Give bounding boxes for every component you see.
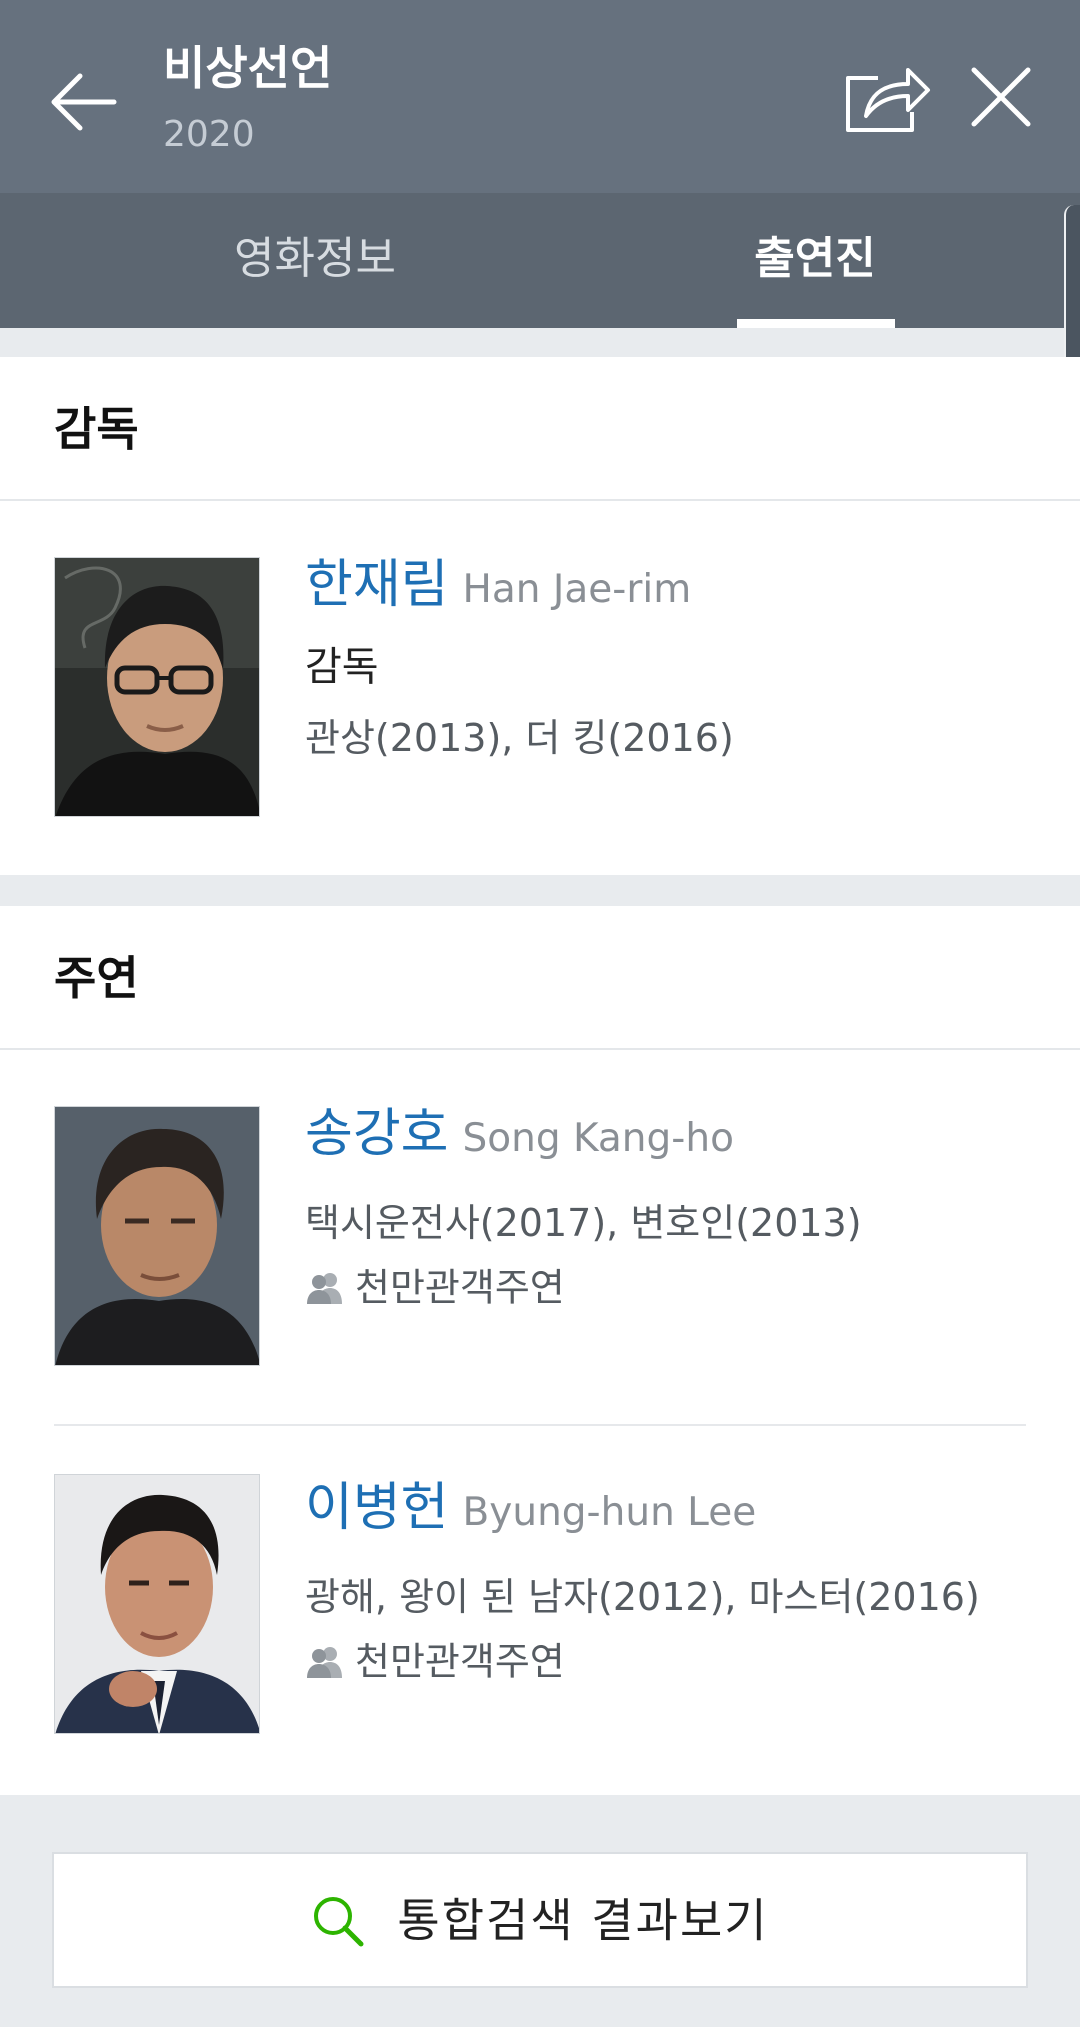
person-name-english: Byung-hun Lee bbox=[462, 1490, 757, 1535]
people-icon bbox=[307, 1646, 342, 1678]
director-photo[interactable] bbox=[54, 557, 260, 817]
badge-label: 천만관객주연 bbox=[355, 1265, 565, 1310]
lead-section: 주연 송강호 Song Kang-ho 택시운전사(2017), 변호인(2013… bbox=[0, 906, 1080, 1795]
search-icon bbox=[314, 1896, 364, 1946]
top-bar: 비상선언 2020 bbox=[0, 0, 1080, 193]
person-info: 송강호 Song Kang-ho 택시운전사(2017), 변호인(2013) 천… bbox=[305, 1102, 1040, 1315]
person-item[interactable]: 이병헌 Byung-hun Lee 광해, 왕이 된 남자(2012), 마스터(… bbox=[0, 1424, 1080, 1798]
person-name-english: Han Jae-rim bbox=[462, 567, 692, 612]
person-name-korean[interactable]: 한재림 bbox=[305, 555, 449, 615]
arrow-left-icon bbox=[51, 73, 117, 131]
people-icon bbox=[307, 1272, 342, 1304]
share-button[interactable] bbox=[842, 58, 932, 138]
person-filmography: 광해, 왕이 된 남자(2012), 마스터(2016) bbox=[305, 1575, 980, 1619]
actor-photo[interactable] bbox=[54, 1474, 260, 1734]
person-filmography: 관상(2013), 더 킹(2016) bbox=[305, 716, 734, 760]
person-name-korean[interactable]: 송강호 bbox=[305, 1104, 449, 1164]
person-item[interactable]: 한재림 Han Jae-rim 감독 관상(2013), 더 킹(2016) bbox=[0, 501, 1080, 875]
section-heading-director: 감독 bbox=[0, 357, 1080, 501]
page-title: 비상선언 bbox=[163, 41, 333, 95]
tab-bar: 영화정보 출연진 bbox=[0, 193, 1080, 328]
tab-movie-info[interactable]: 영화정보 bbox=[160, 193, 470, 328]
integrated-search-button[interactable]: 통합검색 결과보기 bbox=[52, 1852, 1028, 1988]
back-button[interactable] bbox=[44, 62, 124, 142]
person-badge: 천만관객주연 bbox=[305, 1260, 1040, 1315]
person-badge: 천만관객주연 bbox=[305, 1634, 1040, 1689]
person-name-line: 한재림 Han Jae-rim bbox=[305, 553, 1040, 629]
person-name-line: 송강호 Song Kang-ho bbox=[305, 1102, 1040, 1178]
section-heading-lead: 주연 bbox=[0, 906, 1080, 1050]
title-block: 비상선언 2020 bbox=[163, 38, 332, 160]
search-button-label: 통합검색 결과보기 bbox=[397, 1893, 769, 1948]
share-icon bbox=[846, 68, 930, 132]
person-filmography: 택시운전사(2017), 변호인(2013) bbox=[305, 1201, 862, 1245]
person-info: 이병헌 Byung-hun Lee 광해, 왕이 된 남자(2012), 마스터(… bbox=[305, 1476, 1040, 1689]
person-name-korean[interactable]: 이병헌 bbox=[305, 1478, 449, 1538]
close-button[interactable] bbox=[966, 62, 1036, 132]
director-section: 감독 한재림 Han Jae-rim 감독 관상(2013), 더 킹(2016) bbox=[0, 357, 1080, 875]
badge-label: 천만관객주연 bbox=[355, 1639, 565, 1684]
person-role: 감독 bbox=[305, 644, 379, 690]
person-name-line: 이병헌 Byung-hun Lee bbox=[305, 1476, 1040, 1552]
active-tab-indicator bbox=[737, 319, 895, 328]
person-name-english: Song Kang-ho bbox=[462, 1116, 734, 1161]
close-icon bbox=[971, 67, 1031, 127]
person-info: 한재림 Han Jae-rim 감독 관상(2013), 더 킹(2016) bbox=[305, 553, 1040, 765]
tab-cast[interactable]: 출연진 bbox=[735, 193, 895, 328]
actor-photo[interactable] bbox=[54, 1106, 260, 1366]
release-year: 2020 bbox=[163, 114, 255, 155]
person-item[interactable]: 송강호 Song Kang-ho 택시운전사(2017), 변호인(2013) 천… bbox=[0, 1050, 1080, 1424]
